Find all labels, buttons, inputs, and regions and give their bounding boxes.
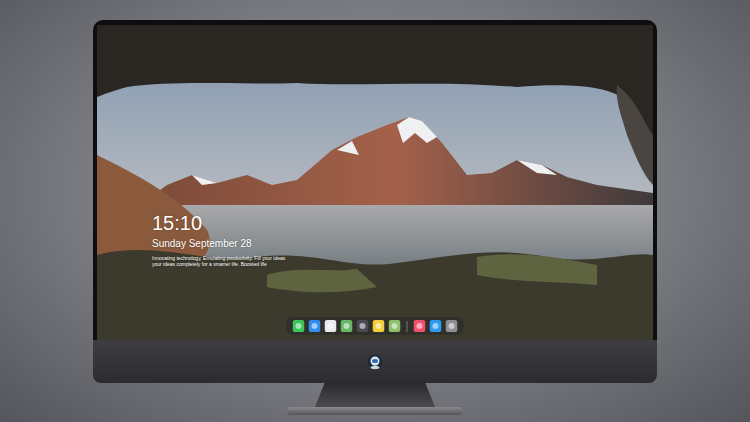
cave-ceiling <box>97 25 653 175</box>
wallpaper <box>97 25 653 340</box>
monitor-chin <box>93 340 657 383</box>
clock-date: Sunday September 28 <box>152 237 285 250</box>
stand-base <box>287 407 463 415</box>
stand-neck <box>315 383 435 407</box>
mountain-range <box>137 117 653 215</box>
dock-divider <box>407 321 408 332</box>
app-icon[interactable] <box>389 320 401 332</box>
app-icon[interactable] <box>293 320 305 332</box>
foreground-rocks <box>97 250 653 340</box>
astronaut-logo-icon <box>367 354 383 370</box>
snow-caps <box>192 117 557 185</box>
clock-time: 15:10 <box>152 211 285 235</box>
app-icon[interactable] <box>309 320 321 332</box>
desktop-screen: 15:10 Sunday September 28 Innovating tec… <box>97 25 653 340</box>
tagline-line: your ideas completely for a smarter life… <box>152 261 285 267</box>
app-icon[interactable] <box>341 320 353 332</box>
app-icon[interactable] <box>430 320 442 332</box>
app-icon[interactable] <box>325 320 337 332</box>
clock-tagline: Innovating technology, Emulating product… <box>152 255 285 267</box>
lock-clock: 15:10 Sunday September 28 Innovating tec… <box>152 211 285 267</box>
monitor: 15:10 Sunday September 28 Innovating tec… <box>93 20 657 422</box>
app-icon[interactable] <box>414 320 426 332</box>
monitor-bezel: 15:10 Sunday September 28 Innovating tec… <box>93 20 657 340</box>
dock <box>287 317 464 335</box>
app-icon[interactable] <box>357 320 369 332</box>
tagline-line: Innovating technology, Emulating product… <box>152 255 285 261</box>
app-icon[interactable] <box>446 320 458 332</box>
mockup-page: 15:10 Sunday September 28 Innovating tec… <box>0 0 750 422</box>
app-icon[interactable] <box>373 320 385 332</box>
